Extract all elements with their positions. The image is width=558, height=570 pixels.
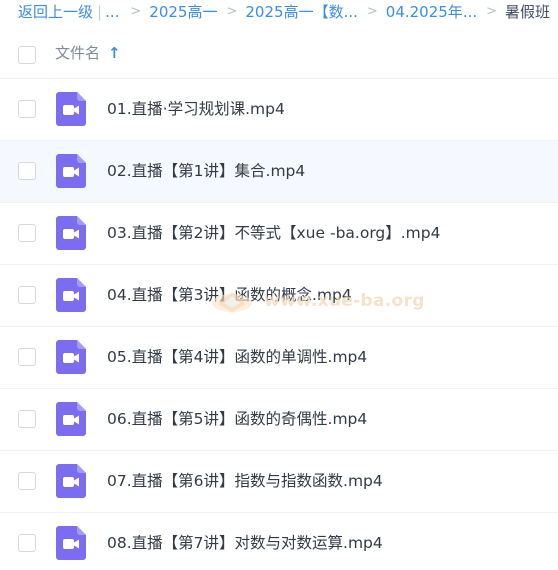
- breadcrumb-item[interactable]: 2025高一【数...: [245, 0, 357, 24]
- file-name[interactable]: 06.直播【第5讲】函数的奇偶性.mp4: [107, 407, 367, 429]
- row-checkbox[interactable]: [18, 348, 36, 366]
- file-name[interactable]: 03.直播【第2讲】不等式【xue -ba.org】.mp4: [107, 221, 440, 243]
- video-file-icon: [56, 464, 86, 498]
- video-file-icon: [56, 278, 86, 312]
- file-name[interactable]: 01.直播·学习规划课.mp4: [107, 97, 285, 119]
- video-file-icon: [56, 402, 86, 436]
- row-checkbox[interactable]: [18, 286, 36, 304]
- list-header: 文件名 ↑: [0, 24, 558, 79]
- file-row[interactable]: 08.直播【第7讲】对数与对数运算.mp4: [0, 513, 558, 570]
- file-row[interactable]: 07.直播【第6讲】指数与指数函数.mp4: [0, 451, 558, 513]
- chevron-right-icon: >: [226, 4, 238, 19]
- chevron-right-icon: >: [486, 4, 498, 19]
- file-row[interactable]: 05.直播【第4讲】函数的单调性.mp4: [0, 327, 558, 389]
- row-checkbox[interactable]: [18, 410, 36, 428]
- breadcrumb-current: 暑假班: [505, 3, 551, 21]
- column-header-label: 文件名: [55, 44, 101, 62]
- column-header-name[interactable]: 文件名 ↑: [55, 42, 121, 63]
- file-browser: 返回上一级 | ... > 2025高一 > 2025高一【数... > 04.…: [0, 0, 558, 570]
- breadcrumb-ellipsis[interactable]: ...: [105, 0, 119, 24]
- file-name[interactable]: 05.直播【第4讲】函数的单调性.mp4: [107, 345, 367, 367]
- file-name[interactable]: 08.直播【第7讲】对数与对数运算.mp4: [107, 531, 383, 553]
- arrow-up-icon[interactable]: ↑: [108, 44, 121, 62]
- select-all-checkbox[interactable]: [18, 46, 36, 64]
- file-name[interactable]: 07.直播【第6讲】指数与指数函数.mp4: [107, 469, 383, 491]
- file-row[interactable]: 02.直播【第1讲】集合.mp4: [0, 141, 558, 203]
- video-file-icon: [56, 154, 86, 188]
- chevron-right-icon: >: [366, 4, 378, 19]
- chevron-right-icon: >: [130, 4, 142, 19]
- file-list: 01.直播·学习规划课.mp4 02.直播【第1讲】集合.mp4 03.直播【第…: [0, 79, 558, 570]
- file-name[interactable]: 02.直播【第1讲】集合.mp4: [107, 159, 305, 181]
- breadcrumb-divider: |: [97, 3, 103, 21]
- file-row[interactable]: 04.直播【第3讲】函数的概念.mp4: [0, 265, 558, 327]
- video-file-icon: [56, 526, 86, 560]
- video-file-icon: [56, 216, 86, 250]
- row-checkbox[interactable]: [18, 472, 36, 490]
- back-link[interactable]: 返回上一级: [18, 0, 93, 24]
- breadcrumb-item[interactable]: 04.2025年...: [386, 0, 477, 24]
- file-name[interactable]: 04.直播【第3讲】函数的概念.mp4: [107, 283, 352, 305]
- row-checkbox[interactable]: [18, 224, 36, 242]
- file-row[interactable]: 06.直播【第5讲】函数的奇偶性.mp4: [0, 389, 558, 451]
- video-file-icon: [56, 92, 86, 126]
- video-file-icon: [56, 340, 86, 374]
- file-row[interactable]: 03.直播【第2讲】不等式【xue -ba.org】.mp4: [0, 203, 558, 265]
- file-row[interactable]: 01.直播·学习规划课.mp4: [0, 79, 558, 141]
- breadcrumb-item[interactable]: 2025高一: [149, 0, 217, 24]
- row-checkbox[interactable]: [18, 162, 36, 180]
- row-checkbox[interactable]: [18, 100, 36, 118]
- row-checkbox[interactable]: [18, 534, 36, 552]
- breadcrumb: 返回上一级 | ... > 2025高一 > 2025高一【数... > 04.…: [18, 0, 558, 24]
